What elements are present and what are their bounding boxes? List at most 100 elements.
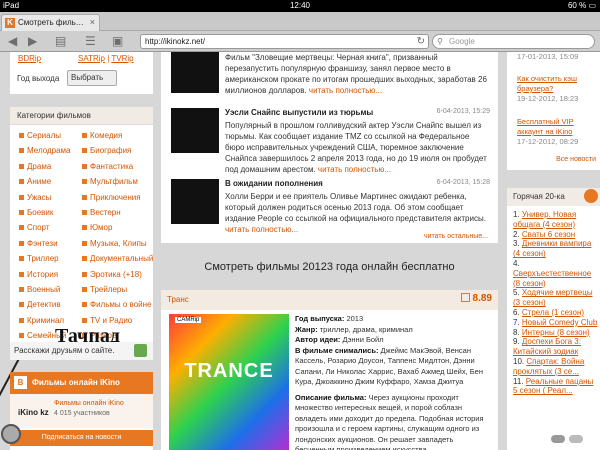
- address-url: http://ikinokz.net/: [145, 37, 206, 46]
- category-link[interactable]: Аниме: [18, 177, 51, 187]
- link-satrip[interactable]: SATRip: [78, 54, 105, 63]
- news-thumbnail[interactable]: [171, 179, 219, 224]
- hot-list-item: 2. Сваты 6 сезон: [513, 230, 599, 240]
- scroll-handle-icon[interactable]: [569, 435, 583, 443]
- reload-icon[interactable]: ↻: [417, 35, 425, 48]
- browser-tab[interactable]: K Смотреть филь… ×: [1, 14, 100, 31]
- read-more-link[interactable]: читать полностью...: [318, 165, 391, 174]
- scroll-handle-icon[interactable]: [551, 435, 565, 443]
- news-title[interactable]: В ожидании пополнения: [225, 179, 323, 188]
- category-link[interactable]: Мультфильм: [82, 177, 138, 187]
- hot-rank: 6.: [513, 307, 520, 317]
- share-box: Расскажи друзьям о сайте.: [10, 342, 153, 360]
- category-link[interactable]: Комедия: [81, 131, 122, 141]
- hot-item-link[interactable]: Интерны (8 сезон): [522, 328, 590, 337]
- link-tvrip[interactable]: TVRip: [111, 54, 133, 63]
- category-link[interactable]: Военный: [18, 285, 60, 295]
- news-thumbnail[interactable]: [171, 52, 219, 93]
- share-icon[interactable]: ▣: [112, 34, 123, 48]
- link-bdrip[interactable]: BDRip: [18, 54, 41, 63]
- category-link[interactable]: История: [18, 270, 58, 280]
- back-icon[interactable]: ◀: [8, 34, 17, 48]
- category-link[interactable]: Спорт: [19, 223, 50, 233]
- vk-widget: В Фильмы онлайн iKino iKino kz Фильмы он…: [10, 372, 153, 450]
- search-icon: ⚲: [437, 37, 443, 46]
- category-link[interactable]: Сериалы: [18, 131, 61, 141]
- hot-list-item: 10. Спартак: Война проклятых (3 се...: [513, 357, 599, 377]
- right-news-link[interactable]: Как очистить кэш браузера?: [517, 74, 577, 93]
- forward-icon[interactable]: ▶: [28, 34, 37, 48]
- categories-box: Категории фильмов Сериалы Мелодрама Драма А…: [10, 107, 153, 345]
- hot-rank: 1.: [513, 210, 520, 219]
- subscribe-button[interactable]: Подписаться на новости: [10, 430, 153, 446]
- film-title[interactable]: Транс: [167, 295, 189, 304]
- hot-item-link[interactable]: Реальные пацаны 5 сезон ( Реал...: [513, 377, 593, 396]
- film-poster[interactable]: CAMRip TRANCE: [169, 314, 289, 450]
- right-news-link[interactable]: Бесплатный VIP аккаунт на iKino: [517, 117, 574, 136]
- category-link[interactable]: Мелодрама: [18, 146, 70, 156]
- browser-toolbar: ◀ ▶ ▤ ☰ ▣ http://ikinokz.net/ ↻ ⚲ Google: [0, 31, 600, 52]
- film-rating: 8.89: [460, 293, 492, 304]
- hot-item-link[interactable]: Доспехи Бога 3: Китайский зодиак: [513, 337, 581, 356]
- hot-item-link[interactable]: Сваты 6 сезон: [522, 230, 575, 239]
- poster-title: TRANCE: [184, 360, 274, 382]
- category-link[interactable]: Драма: [18, 162, 51, 172]
- category-link[interactable]: Фэнтези: [19, 239, 58, 249]
- category-link[interactable]: Музыка, Клипы: [82, 239, 147, 249]
- search-field[interactable]: ⚲ Google: [432, 34, 595, 49]
- category-link[interactable]: Вестерн: [82, 208, 121, 218]
- read-more-link[interactable]: читать полностью...: [309, 86, 382, 95]
- hot-rank: 5.: [513, 288, 520, 298]
- clock: 12:40: [289, 1, 311, 10]
- hot-item-link[interactable]: Стрела (1 сезон): [522, 308, 584, 317]
- hot-item-link[interactable]: Дневники вампира (4 сезон): [513, 239, 591, 258]
- vk-header[interactable]: В Фильмы онлайн iKino: [10, 372, 153, 394]
- hot-list-item: 6. Стрела (1 сезон): [513, 308, 599, 318]
- hot-item-link[interactable]: Новый Comedy Club: [522, 318, 597, 327]
- category-link[interactable]: Эротика (+18): [82, 270, 142, 280]
- category-link[interactable]: Ужасы: [18, 193, 51, 203]
- hot-list-item: 4. Сверхъестественное (8 сезон): [513, 259, 599, 288]
- hot-list-item: 7. Новый Comedy Club: [513, 318, 599, 328]
- hot-item-link[interactable]: Универ. Новая общага (4 сезон): [513, 210, 576, 229]
- category-link[interactable]: Боевик: [18, 208, 53, 218]
- ios-status-bar: iPad 12:40 60 % ▭: [0, 0, 600, 12]
- touchpad-circle-icon[interactable]: [1, 424, 21, 444]
- news-title[interactable]: Уэсли Снайпс выпустили из тюрьмы: [225, 108, 373, 117]
- hot-rank: 8.: [513, 327, 520, 337]
- film-info: Год выпуска: 2013 Жанр: триллер, драма, …: [295, 314, 484, 450]
- poster-tag: CAMRip: [175, 317, 202, 323]
- flame-icon: [584, 189, 598, 203]
- hot-20-box: Горячая 20-ка 1. Универ. Новая общага (4…: [507, 188, 600, 450]
- news-thumbnail[interactable]: [171, 108, 219, 153]
- news-item: Уэсли Снайпс выпустили из тюрьмы 6-04-20…: [169, 108, 494, 174]
- category-link[interactable]: Трейлеры: [81, 285, 127, 295]
- hot-list-item: 8. Интерны (8 сезон): [513, 328, 599, 338]
- category-link[interactable]: Триллер: [19, 254, 59, 264]
- category-link[interactable]: Биография: [81, 146, 131, 156]
- all-news-link[interactable]: Все новости: [556, 156, 596, 163]
- hot-item-link[interactable]: Ходячие мертвецы (3 сезон): [513, 288, 593, 307]
- site-favicon-icon: K: [5, 18, 15, 28]
- address-bar[interactable]: http://ikinokz.net/ ↻: [140, 34, 429, 49]
- browser-tab-bar: K Смотреть филь… ×: [0, 12, 600, 31]
- share-friends-icon[interactable]: [134, 344, 147, 357]
- year-select[interactable]: Выбрать: [67, 70, 117, 86]
- vk-group-name[interactable]: Фильмы онлайн iKino: [54, 400, 124, 407]
- category-link[interactable]: Приключения: [82, 193, 141, 203]
- bookmarks-icon[interactable]: ▤: [55, 34, 66, 48]
- tab-close-icon[interactable]: ×: [90, 17, 95, 27]
- read-rest-link[interactable]: читать остальные...: [424, 233, 488, 240]
- battery-indicator: 60 % ▭: [567, 1, 596, 10]
- reading-list-icon[interactable]: ☰: [85, 34, 96, 48]
- category-link[interactable]: Юмор: [81, 223, 112, 233]
- read-more-link[interactable]: читать полностью...: [225, 225, 298, 234]
- hot-title: Горячая 20-ка: [507, 188, 600, 206]
- category-link[interactable]: Фантастика: [81, 162, 133, 172]
- hot-item-link[interactable]: Сверхъестественное (8 сезон): [513, 269, 591, 288]
- category-link[interactable]: Фильмы о войне: [81, 300, 151, 310]
- hot-item-link[interactable]: Спартак: Война проклятых (3 се...: [513, 357, 584, 376]
- web-page: BDRip SATRip | TVRip Год выхода Выбрать …: [0, 52, 600, 450]
- category-link[interactable]: Документальный: [81, 254, 153, 264]
- category-link[interactable]: Детектив: [19, 300, 61, 310]
